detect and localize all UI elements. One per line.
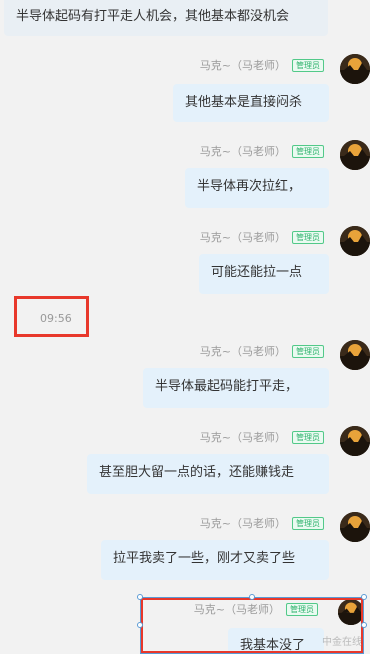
message-bubble[interactable]: 甚至胆大留一点的话，还能赚钱走 <box>87 454 329 494</box>
sender-name: 马克~（马老师） <box>199 431 286 444</box>
avatar[interactable] <box>340 426 370 456</box>
admin-badge: 管理员 <box>292 144 324 158</box>
message-text: 拉平我卖了一些，刚才又卖了些 <box>113 551 296 566</box>
message-bubble[interactable]: 拉平我卖了一些，刚才又卖了些 <box>101 540 329 580</box>
avatar[interactable] <box>340 340 370 370</box>
sunset-silhouette-avatar-icon <box>340 54 370 84</box>
message-bubble[interactable]: 其他基本是直接闷杀 <box>173 84 329 122</box>
sender-line: 马克~（马老师） 管理员 <box>200 515 324 531</box>
message-text: 甚至胆大留一点的话，还能赚钱走 <box>99 465 295 480</box>
admin-badge: 管理员 <box>292 430 324 444</box>
selection-handle[interactable] <box>361 622 367 628</box>
sunset-silhouette-avatar-icon <box>340 340 370 370</box>
selection-handle[interactable] <box>137 594 143 600</box>
selection-handle[interactable] <box>137 622 143 628</box>
avatar[interactable] <box>340 512 370 542</box>
avatar[interactable] <box>340 226 370 256</box>
sender-name: 马克~（马老师） <box>199 345 286 358</box>
admin-badge: 管理员 <box>292 58 324 72</box>
avatar[interactable] <box>340 54 370 84</box>
admin-badge: 管理员 <box>292 344 324 358</box>
sender-name: 马克~（马老师） <box>199 145 286 158</box>
message-bubble[interactable]: 半导体起码有打平走人机会，其他基本都没机会 <box>4 0 328 36</box>
sunset-silhouette-avatar-icon <box>340 512 370 542</box>
sender-line: 马克~（马老师） 管理员 <box>200 229 324 245</box>
admin-badge: 管理员 <box>292 230 324 244</box>
selection-handle[interactable] <box>361 594 367 600</box>
watermark: 中金在线 <box>322 637 362 648</box>
sunset-silhouette-avatar-icon <box>340 426 370 456</box>
message-text: 其他基本是直接闷杀 <box>185 95 303 110</box>
message-text: 半导体再次拉红， <box>197 179 302 194</box>
chat-window: 半导体起码有打平走人机会，其他基本都没机会 马克~（马老师） 管理员 其他基本是… <box>0 0 370 654</box>
message-bubble[interactable]: 半导体再次拉红， <box>185 168 329 208</box>
sender-name: 马克~（马老师） <box>199 517 286 530</box>
message-bubble[interactable]: 半导体最起码能打平走， <box>143 368 329 408</box>
sunset-silhouette-avatar-icon <box>340 226 370 256</box>
message-text: 半导体最起码能打平走， <box>155 379 299 394</box>
message-bubble[interactable]: 可能还能拉一点 <box>199 254 329 294</box>
sender-line: 马克~（马老师） 管理员 <box>200 143 324 159</box>
avatar[interactable] <box>340 140 370 170</box>
sender-name: 马克~（马老师） <box>199 231 286 244</box>
selection-handle[interactable] <box>249 594 255 600</box>
admin-badge: 管理员 <box>292 516 324 530</box>
sender-name: 马克~（马老师） <box>199 59 286 72</box>
message-text: 半导体起码有打平走人机会，其他基本都没机会 <box>16 9 290 24</box>
sender-line: 马克~（马老师） 管理员 <box>200 429 324 445</box>
time-divider: 09:56 <box>40 312 72 325</box>
sender-line: 马克~（马老师） 管理员 <box>200 57 324 73</box>
message-text: 可能还能拉一点 <box>211 265 303 280</box>
sunset-silhouette-avatar-icon <box>340 140 370 170</box>
sender-line: 马克~（马老师） 管理员 <box>200 343 324 359</box>
